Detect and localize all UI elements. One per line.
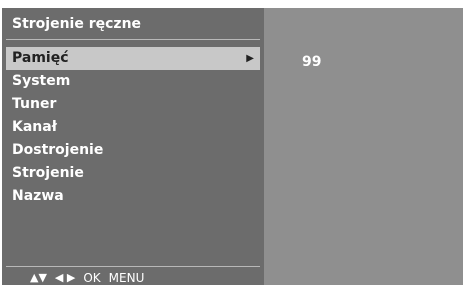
- menu-item-label: Kanał: [12, 119, 57, 135]
- left-right-arrows-icon: ◀ ▶: [54, 271, 76, 284]
- menu-item-kanal[interactable]: Kanał: [6, 116, 260, 139]
- menu-panel: Strojenie ręczne Pamięć ▶ System Tuner K…: [2, 8, 264, 285]
- memory-value: 99: [302, 54, 322, 70]
- menu-item-dostrojenie[interactable]: Dostrojenie: [6, 139, 260, 162]
- navigation-hint-bar: ▲▼ ◀ ▶ OK MENU: [30, 270, 144, 286]
- menu-item-pamiec[interactable]: Pamięć ▶: [6, 47, 260, 70]
- menu-item-label: Pamięć: [12, 50, 69, 66]
- menu-item-label: System: [12, 73, 71, 89]
- ok-hint: OK: [83, 271, 101, 285]
- menu-item-label: Dostrojenie: [12, 142, 104, 158]
- menu-title: Strojenie ręczne: [12, 16, 142, 32]
- up-down-arrows-icon: ▲▼: [30, 271, 47, 284]
- menu-item-nazwa[interactable]: Nazwa: [6, 185, 260, 208]
- title-divider: [6, 39, 260, 40]
- menu-hint: MENU: [108, 271, 145, 285]
- value-panel: 99: [264, 8, 463, 285]
- menu-item-label: Nazwa: [12, 188, 64, 204]
- manual-tuning-screen: Strojenie ręczne Pamięć ▶ System Tuner K…: [2, 8, 463, 285]
- menu-item-system[interactable]: System: [6, 70, 260, 93]
- menu-item-label: Strojenie: [12, 165, 84, 181]
- menu-item-tuner[interactable]: Tuner: [6, 93, 260, 116]
- bottom-divider: [6, 266, 260, 267]
- menu-item-strojenie[interactable]: Strojenie: [6, 162, 260, 185]
- submenu-arrow-icon: ▶: [246, 53, 254, 64]
- menu-item-label: Tuner: [12, 96, 57, 112]
